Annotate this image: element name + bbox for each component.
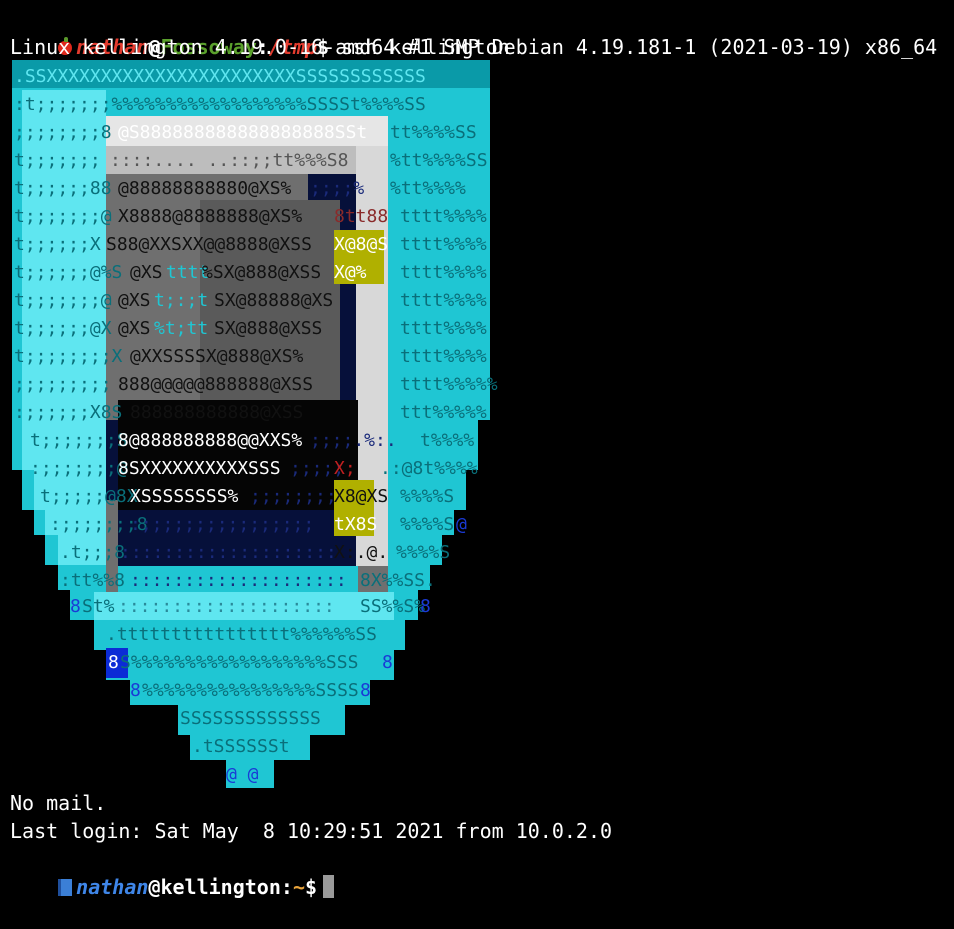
svg-text:888@@@@@888888@XSS: 888@@@@@888888@XSS [118, 374, 313, 395]
svg-text:;;;;;;;;;: ;;;;;;;;; [14, 374, 112, 395]
svg-text:S%%%%%%%%%%%%%%%%%%SSS: S%%%%%%%%%%%%%%%%%%SSS [120, 652, 358, 673]
svg-text:X8888@8888888@XS%: X8888@8888888@XS% [118, 206, 302, 227]
svg-text:8tt88: 8tt88 [334, 206, 388, 227]
svg-text:X;: X; [334, 458, 356, 479]
svg-text:.tSSSSSSt: .tSSSSSSt [192, 736, 290, 757]
svg-text:.SSXXXXXXXXXXXXXXXXXXXXXXXSSSS: .SSXXXXXXXXXXXXXXXXXXXXXXXSSSSSSSSSSSS [14, 66, 426, 87]
svg-text:.t;;;8: .t;;;8 [60, 542, 125, 563]
svg-text:t;:;t: t;:;t [154, 290, 208, 311]
prompt-at: @ [148, 875, 161, 899]
svg-text:;;;;.%:.: ;;;;.%:. [310, 430, 397, 451]
svg-text:::::::::::::::::::::: :::::::::::::::::::: [130, 570, 347, 591]
svg-text:::::.... ..::;;tt%%%S8: ::::.... ..::;;tt%%%S8 [110, 150, 348, 171]
svg-text:@S888888888888888888SSt: @S888888888888888888SSt [118, 122, 367, 143]
svg-text:SSSSSSSSSSSSS: SSSSSSSSSSSSS [180, 708, 321, 729]
svg-text:SX@888@XSS: SX@888@XSS [214, 318, 322, 339]
svg-text:;;;;;;;;8: ;;;;;;;;8 [14, 122, 112, 143]
svg-text:t;;;;;;@X: t;;;;;;@X [14, 318, 112, 339]
svg-text:@XS: @XS [118, 318, 151, 339]
book-icon [58, 879, 73, 896]
svg-text:;;;;;;;;: ;;;;;;;; [250, 486, 337, 507]
prompt-colon: : [280, 875, 293, 899]
svg-text:8: 8 [70, 596, 81, 617]
prompt-path: ~ [292, 875, 305, 899]
svg-text:%t;tt: %t;tt [154, 318, 208, 339]
svg-text:8: 8 [360, 680, 371, 701]
debian-shield-art: .SSXXXXXXXXXXXXXXXXXXXXXXXSSSSSSSSSSSS :… [12, 60, 498, 788]
svg-text:t;;;;;;X: t;;;;;;X [14, 234, 101, 255]
svg-text:;;;;%: ;;;;% [310, 178, 364, 199]
svg-text:t;;;;;@8X: t;;;;;@8X [40, 486, 138, 507]
svg-text:@ @: @ @ [226, 764, 259, 785]
svg-text::;;;;;;X8S: :;;;;;;X8S [14, 402, 122, 423]
svg-text:t;;;;;;@%S: t;;;;;;@%S [14, 262, 122, 283]
remote-prompt-line[interactable]: nathan@kellington:~$ [10, 845, 335, 899]
svg-text:SS%%S%: SS%%S% [360, 596, 425, 617]
svg-text:8: 8 [382, 652, 393, 673]
svg-text:X8@XS: X8@XS [334, 486, 388, 507]
svg-text:::::::::::::::::::::: :::::::::::::::::::: [120, 542, 337, 563]
svg-text::tt%%8: :tt%%8 [60, 570, 125, 591]
svg-text:.:@8t%%%%: .:@8t%%%% [380, 458, 478, 479]
svg-text:t;;;;;;88: t;;;;;;88 [14, 178, 112, 199]
prompt-dollar: $ [304, 875, 318, 899]
svg-text:tX8S: tX8S [334, 514, 377, 535]
svg-text:tttt%%%%%: tttt%%%%% [400, 374, 498, 395]
svg-text:.tttttttttttttttt%%%%%%SS: .tttttttttttttttt%%%%%%SS [106, 624, 377, 645]
svg-text:@XXSSSSX@888@XS%: @XXSSSSX@888@XS% [130, 346, 304, 367]
svg-text:tt%%%%SS: tt%%%%SS [390, 122, 477, 143]
text-cursor[interactable] [323, 875, 335, 898]
svg-text:S88@XXSXX@@8888@XSS: S88@XXSXX@@8888@XSS [106, 234, 312, 255]
svg-text:t;;;;;;;S: t;;;;;;;S [30, 430, 128, 451]
svg-text:tttt%%%%: tttt%%%% [400, 346, 487, 367]
svg-text:@88888888880@XS%: @88888888880@XS% [118, 178, 292, 199]
svg-text:tttt%%%%: tttt%%%% [400, 262, 487, 283]
svg-text:t;;;;;;;@: t;;;;;;;@ [14, 206, 112, 227]
svg-text:XSSSSSSSS%: XSSSSSSSS% [130, 486, 239, 507]
svg-text:8@888888888@@XXS%: 8@888888888@@XXS% [118, 430, 302, 451]
prompt-user: nathan [76, 875, 149, 899]
svg-text:t;;;;;;;: t;;;;;;; [14, 150, 101, 171]
svg-text:%%%%%%%%%%%%%%%%SSSS: %%%%%%%%%%%%%%%%SSSS [142, 680, 359, 701]
svg-text:::::::::::::::::::::: :::::::::::::::::::: [118, 596, 335, 617]
svg-text:tttt%%%%: tttt%%%% [400, 234, 487, 255]
svg-text:t%%%%: t%%%% [420, 430, 474, 451]
svg-text:@XS: @XS [118, 290, 151, 311]
svg-text:t;;;;;;;@: t;;;;;;;@ [14, 290, 112, 311]
no-mail-message: No mail. [10, 791, 107, 815]
last-login-message: Last login: Sat May 8 10:29:51 2021 from… [10, 819, 613, 843]
svg-text:8: 8 [108, 652, 119, 673]
svg-text::;;;;;;;@: :;;;;;;;@ [30, 458, 128, 479]
svg-text:8: 8 [420, 596, 431, 617]
svg-text:t;;;;;;;;X: t;;;;;;;;X [14, 346, 123, 367]
svg-text:%tt%%%%: %tt%%%% [390, 178, 466, 199]
terminal-window[interactable]: nathan@Fossoway:/tmp$ ssh kellington Lin… [0, 0, 954, 920]
svg-text:X@8@S: X@8@S [334, 234, 388, 255]
svg-text::;;;;;;;;;;;;;;;;: :;;;;;;;;;;;;;;;; [130, 514, 314, 535]
svg-text:%%%%S: %%%%S [396, 542, 450, 563]
svg-text:8X%%SS.: 8X%%SS. [360, 570, 436, 591]
svg-text:%%%%S: %%%%S [400, 514, 454, 535]
svg-text:8SXXXXXXXXXXSSS: 8SXXXXXXXXXXSSS [118, 458, 281, 479]
svg-text:ttt%%%%%: ttt%%%%% [400, 402, 487, 423]
svg-text:St%: St% [82, 596, 115, 617]
svg-text:888888888888@XSS: 888888888888@XSS [130, 402, 303, 423]
svg-text:tttt%%%%: tttt%%%% [400, 206, 487, 227]
svg-text:8: 8 [130, 680, 141, 701]
svg-text:X@%: X@% [334, 262, 367, 283]
svg-text:%%%%S: %%%%S [400, 486, 454, 507]
svg-text:tttt%%%%: tttt%%%% [400, 318, 487, 339]
svg-text:SX@88888@XS: SX@88888@XS [214, 290, 333, 311]
svg-text:X:.@.: X:.@. [334, 542, 388, 563]
svg-text:%tt%%%%SS: %tt%%%%SS [390, 150, 488, 171]
svg-text::t;;;;;;;%%%%%%%%%%%%%%%%%%SSS: :t;;;;;;;%%%%%%%%%%%%%%%%%%SSSSt%%%%SS [14, 94, 426, 115]
svg-text:tttt%%%%: tttt%%%% [400, 290, 487, 311]
svg-text:%SX@888@XSS: %SX@888@XSS [202, 262, 321, 283]
svg-text:@: @ [456, 514, 467, 535]
prompt-host: kellington [160, 875, 281, 899]
svg-text:@XS: @XS [130, 262, 163, 283]
